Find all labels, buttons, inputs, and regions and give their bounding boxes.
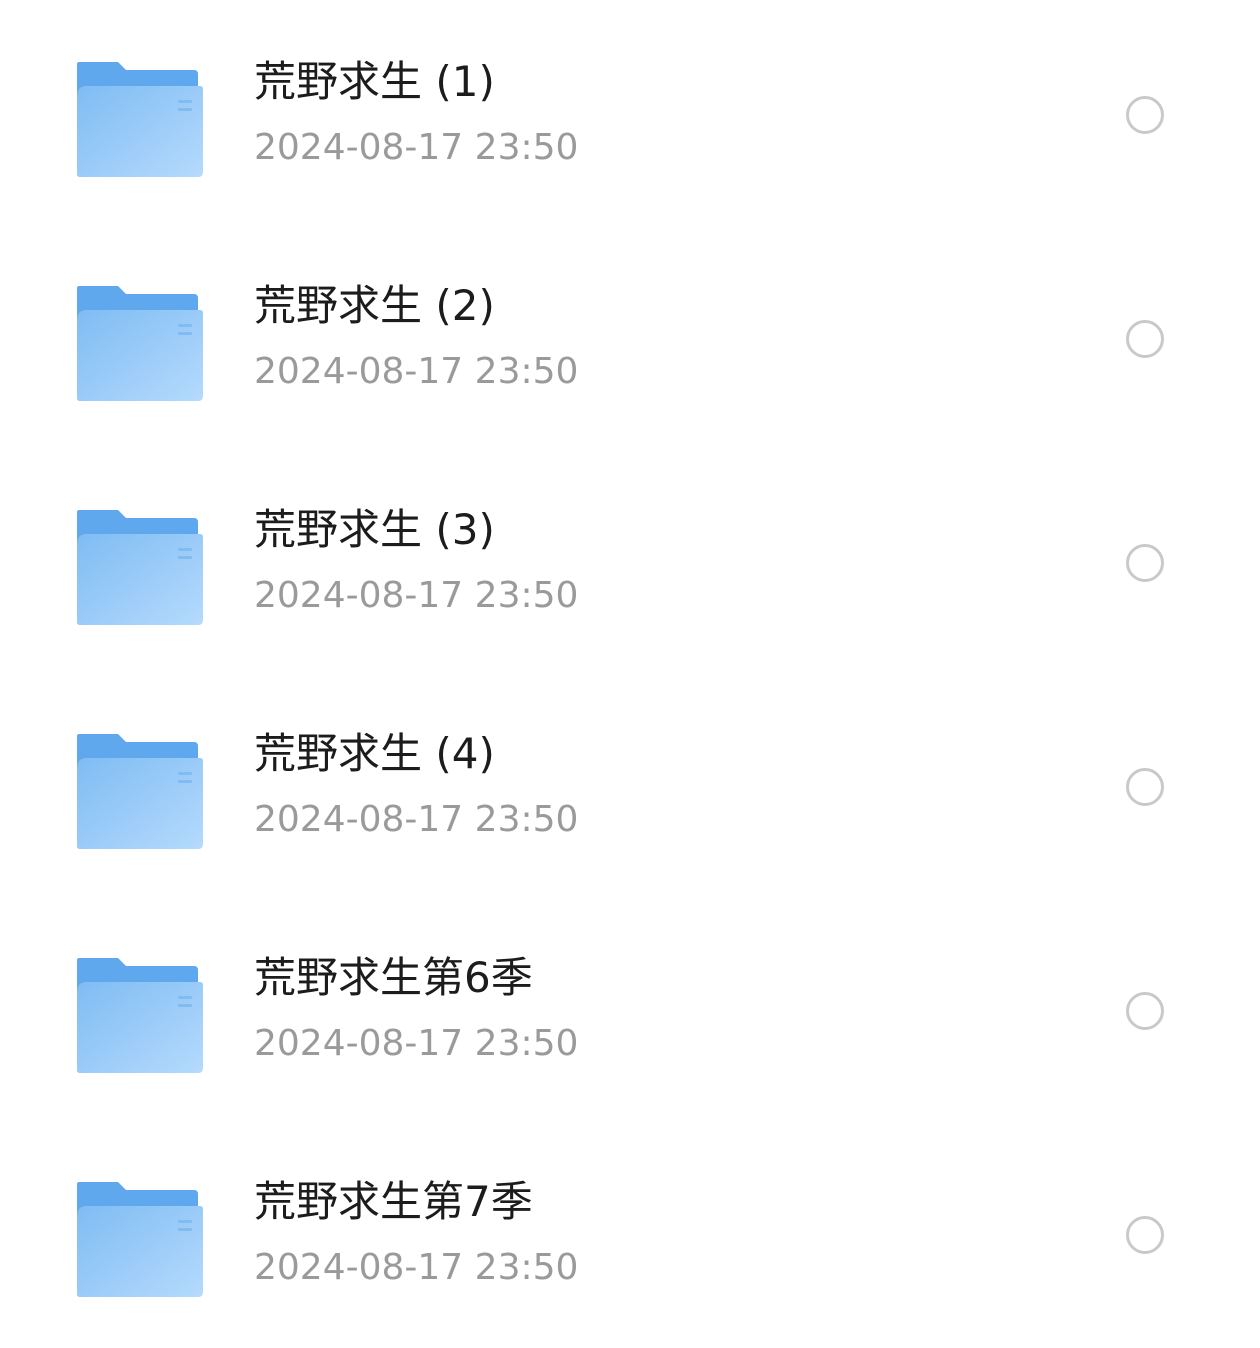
- folder-icon: [76, 60, 204, 178]
- file-name: 荒野求生第7季: [254, 1177, 533, 1226]
- file-date: 2024-08-17 23:50: [254, 799, 579, 840]
- file-name: 荒野求生 (4): [254, 729, 495, 778]
- radio-unchecked-icon[interactable]: [1126, 992, 1164, 1030]
- list-item[interactable]: 荒野求生第7季 2024-08-17 23:50: [0, 1120, 1260, 1344]
- file-name: 荒野求生第6季: [254, 953, 533, 1002]
- file-list: 荒野求生 (1) 2024-08-17 23:50 荒野求生 (2) 2024-…: [0, 0, 1260, 1348]
- radio-unchecked-icon[interactable]: [1126, 1216, 1164, 1254]
- radio-unchecked-icon[interactable]: [1126, 544, 1164, 582]
- radio-unchecked-icon[interactable]: [1126, 96, 1164, 134]
- folder-icon: [76, 956, 204, 1074]
- folder-icon: [76, 508, 204, 626]
- list-item[interactable]: 荒野求生第6季 2024-08-17 23:50: [0, 896, 1260, 1120]
- file-name: 荒野求生 (1): [254, 57, 495, 106]
- file-date: 2024-08-17 23:50: [254, 351, 579, 392]
- folder-icon: [76, 1180, 204, 1298]
- file-date: 2024-08-17 23:50: [254, 1023, 579, 1064]
- folder-icon: [76, 732, 204, 850]
- radio-unchecked-icon[interactable]: [1126, 320, 1164, 358]
- list-item[interactable]: 荒野求生 (3) 2024-08-17 23:50: [0, 448, 1260, 672]
- file-name: 荒野求生 (2): [254, 281, 495, 330]
- list-item[interactable]: 荒野求生 (2) 2024-08-17 23:50: [0, 224, 1260, 448]
- list-item[interactable]: 荒野求生 (4) 2024-08-17 23:50: [0, 672, 1260, 896]
- file-date: 2024-08-17 23:50: [254, 127, 579, 168]
- folder-icon: [76, 284, 204, 402]
- file-date: 2024-08-17 23:50: [254, 1247, 579, 1288]
- list-item[interactable]: 荒野求生 (1) 2024-08-17 23:50: [0, 0, 1260, 224]
- file-date: 2024-08-17 23:50: [254, 575, 579, 616]
- file-name: 荒野求生 (3): [254, 505, 495, 554]
- radio-unchecked-icon[interactable]: [1126, 768, 1164, 806]
